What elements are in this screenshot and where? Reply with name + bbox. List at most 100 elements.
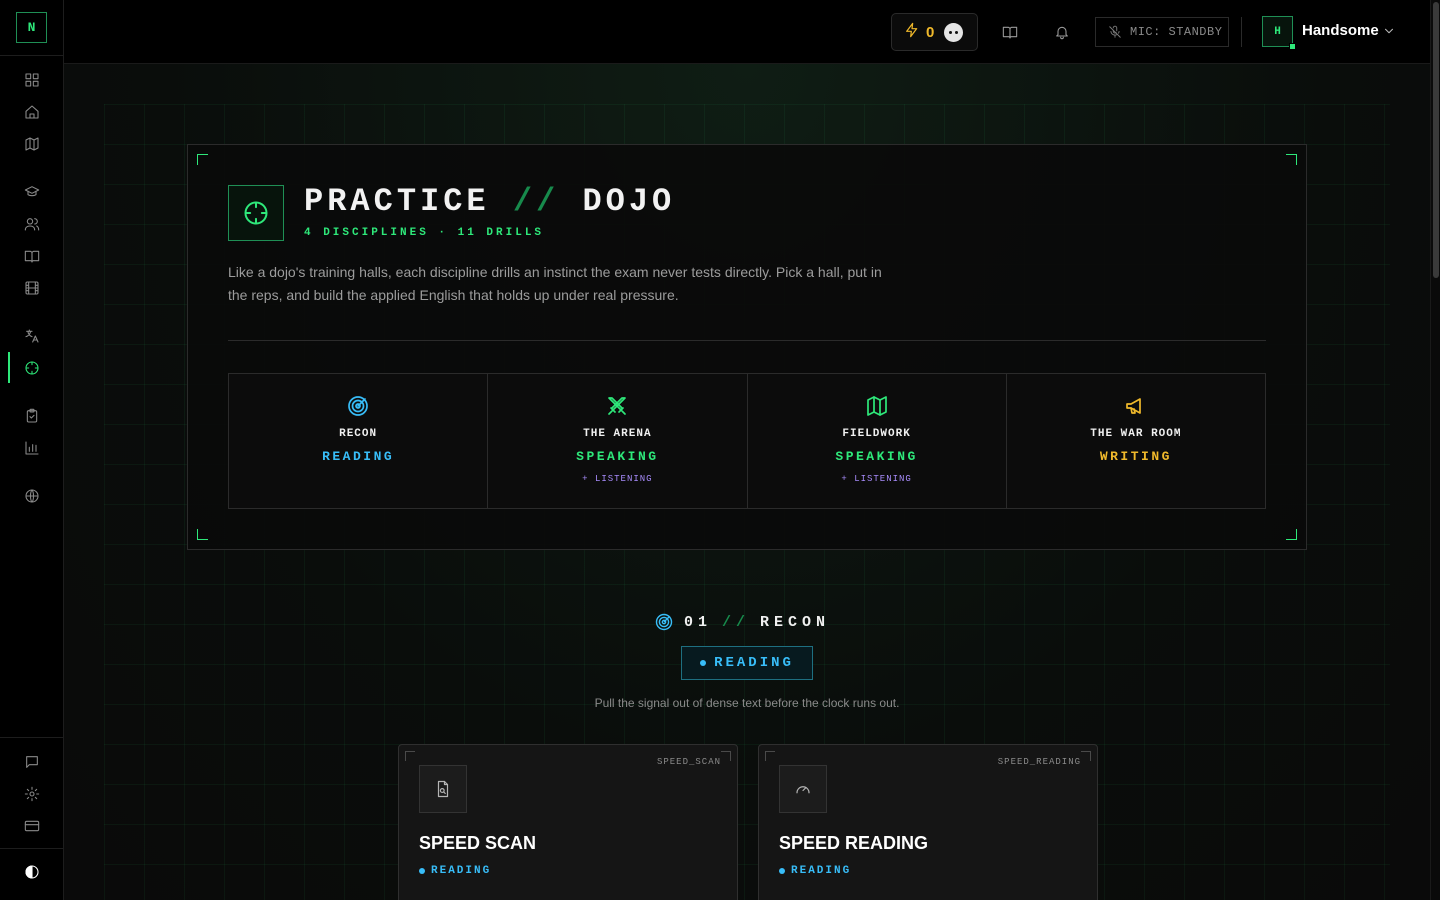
message-icon[interactable] <box>20 750 44 774</box>
app-logo[interactable]: N <box>16 12 47 43</box>
status-dot <box>700 660 707 666</box>
graduation-cap-icon[interactable] <box>20 180 44 204</box>
megaphone-icon <box>1124 394 1148 418</box>
mic-label: MIC: STANDBY <box>1130 25 1223 39</box>
section-separator: // <box>722 613 751 631</box>
avatar[interactable]: H <box>1262 16 1296 50</box>
page-description: Like a dojo's training halls, each disci… <box>228 264 882 303</box>
online-status-dot <box>1289 43 1296 50</box>
film-icon[interactable] <box>20 276 44 300</box>
sidebar: N <box>0 0 64 900</box>
discipline-skill: WRITING <box>1099 449 1172 464</box>
disciplines-row: RECON READING THE ARENA SPEAKING + LISTE… <box>228 373 1266 509</box>
card-title: SPEED READING <box>779 833 929 853</box>
translate-icon[interactable] <box>20 324 44 348</box>
section-number: 01 <box>684 613 713 631</box>
badge-label: READING <box>714 655 794 671</box>
swords-icon <box>605 394 629 418</box>
status-dot <box>419 868 425 874</box>
section-heading: 01 // RECON <box>654 612 830 632</box>
section-name: RECON <box>760 613 831 631</box>
clipboard-check-icon[interactable] <box>20 404 44 428</box>
discipline-name: THE ARENA <box>583 428 652 440</box>
map-icon[interactable] <box>20 132 44 156</box>
status-dot <box>779 868 785 874</box>
discipline-name: THE WAR ROOM <box>1090 428 1182 440</box>
discipline-the-war-room[interactable]: THE WAR ROOM WRITING <box>1006 374 1265 508</box>
chevron-down-icon[interactable] <box>1382 24 1398 40</box>
gear-icon[interactable] <box>20 782 44 806</box>
card-skill: READING <box>779 865 851 877</box>
crosshair-icon[interactable] <box>20 356 44 380</box>
card-tag: SPEED_SCAN <box>656 757 721 767</box>
discipline-the-arena[interactable]: THE ARENA SPEAKING + LISTENING <box>488 374 748 508</box>
discipline-extra: + LISTENING <box>841 474 912 484</box>
hero-panel: PRACTICE // DOJO 4 DISCIPLINES · 11 DRIL… <box>187 144 1307 550</box>
gauge-icon <box>779 765 827 813</box>
divider <box>1241 17 1242 47</box>
scrollbar-thumb[interactable] <box>1433 2 1439 278</box>
corner-bracket <box>405 751 415 761</box>
radar-icon <box>654 612 674 632</box>
top-bar: 0 MIC: STANDBY H Handsome <box>64 0 1430 64</box>
book-open-icon[interactable] <box>998 20 1022 44</box>
discipline-skill: SPEAKING <box>835 449 918 464</box>
divider <box>0 848 63 849</box>
section-description: Pull the signal out of dense text before… <box>594 696 900 710</box>
lightning-icon <box>904 22 920 43</box>
home-icon[interactable] <box>20 100 44 124</box>
bar-chart-icon[interactable] <box>20 436 44 460</box>
bell-icon[interactable] <box>1050 20 1074 44</box>
title-separator: // <box>512 183 560 220</box>
divider <box>0 737 63 738</box>
scrollbar[interactable] <box>1430 0 1440 900</box>
discipline-skill: SPEAKING <box>576 449 659 464</box>
card-skill: READING <box>419 865 491 877</box>
corner-bracket <box>1286 529 1297 540</box>
discipline-extra: + LISTENING <box>582 474 653 484</box>
corner-bracket <box>721 751 731 761</box>
discipline-recon[interactable]: RECON READING <box>229 374 489 508</box>
corner-bracket <box>197 154 208 165</box>
streak-counter[interactable]: 0 <box>891 13 978 51</box>
divider <box>228 340 1266 341</box>
page-title: PRACTICE // DOJO <box>304 183 675 220</box>
main-content: PRACTICE // DOJO 4 DISCIPLINES · 11 DRIL… <box>64 64 1430 900</box>
drill-card-speed-scan[interactable]: SPEED_SCAN SPEED SCAN READING <box>398 744 738 900</box>
card-skill-label: READING <box>791 865 852 877</box>
dashboard-icon[interactable] <box>20 68 44 92</box>
globe-icon[interactable] <box>20 484 44 508</box>
mic-off-icon <box>1108 25 1122 39</box>
file-search-icon <box>419 765 467 813</box>
discipline-skill: READING <box>322 449 395 464</box>
mascot-icon <box>944 22 964 42</box>
discipline-name: RECON <box>339 428 378 440</box>
radar-icon <box>346 394 370 418</box>
avatar-initial: H <box>1274 25 1281 38</box>
crosshair-icon <box>228 185 284 241</box>
title-right: DOJO <box>582 183 676 220</box>
title-left: PRACTICE <box>304 183 490 220</box>
book-icon[interactable] <box>20 244 44 268</box>
divider <box>0 55 63 56</box>
credit-card-icon[interactable] <box>20 814 44 838</box>
discipline-fieldwork[interactable]: FIELDWORK SPEAKING + LISTENING <box>747 374 1007 508</box>
card-tag: SPEED_READING <box>997 757 1081 767</box>
corner-bracket <box>765 751 775 761</box>
page-subtitle: 4 DISCIPLINES · 11 DRILLS <box>304 227 545 239</box>
corner-bracket <box>197 529 208 540</box>
corner-bracket <box>1081 751 1091 761</box>
users-icon[interactable] <box>20 212 44 236</box>
contrast-icon[interactable] <box>20 860 44 884</box>
corner-bracket <box>1286 154 1297 165</box>
discipline-name: FIELDWORK <box>842 428 911 440</box>
active-indicator <box>8 352 10 383</box>
streak-count: 0 <box>926 23 935 41</box>
card-skill-label: READING <box>431 865 492 877</box>
card-title: SPEED SCAN <box>419 833 537 853</box>
drill-card-speed-reading[interactable]: SPEED_READING SPEED READING READING <box>758 744 1098 900</box>
map-icon <box>865 394 889 418</box>
mic-status[interactable]: MIC: STANDBY <box>1095 17 1229 47</box>
username[interactable]: Handsome <box>1302 22 1379 39</box>
section-badge: READING <box>681 646 813 680</box>
